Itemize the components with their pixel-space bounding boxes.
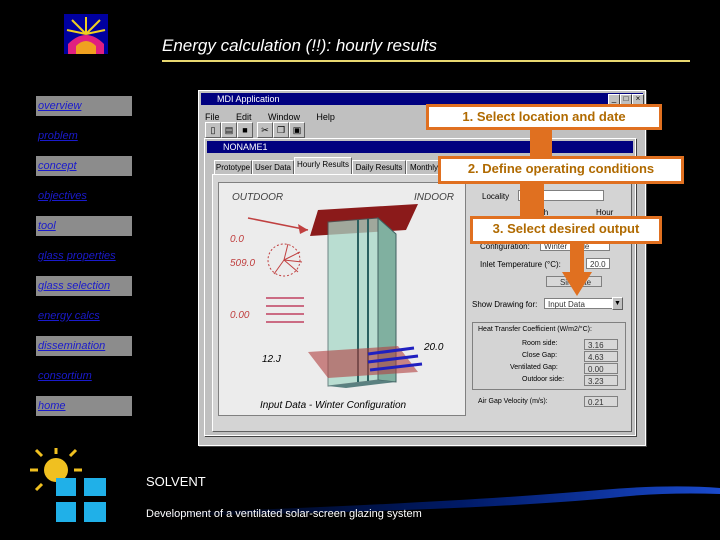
menu-edit[interactable]: Edit — [236, 112, 252, 122]
htc-vent-label: Ventilated Gap: — [510, 364, 558, 371]
callout-connector-1 — [530, 130, 552, 158]
nav-energy-calcs[interactable]: energy calcs — [36, 306, 132, 326]
htc-close-label: Close Gap: — [522, 352, 558, 359]
htc-close-value: 4.63 — [584, 351, 618, 362]
nav-concept[interactable]: concept — [36, 156, 132, 176]
nav-overview[interactable]: overview — [36, 96, 132, 116]
page-title: Energy calculation (!!): hourly results — [162, 36, 437, 55]
nav-dissemination[interactable]: dissemination — [36, 336, 132, 356]
nav-glass-selection[interactable]: glass selection — [36, 276, 132, 296]
tab-prototype[interactable]: Prototype — [214, 160, 252, 175]
htc-room-label: Room side: — [522, 340, 558, 347]
value-radiation: 509.0 — [230, 258, 256, 269]
nav-consortium[interactable]: consortium — [36, 366, 132, 386]
tile-2 — [84, 478, 106, 496]
nav-tool[interactable]: tool — [36, 216, 132, 236]
drawing-caption: Input Data - Winter Configuration — [260, 400, 407, 411]
open-icon[interactable]: ▤ — [221, 122, 237, 138]
callout-output: 3. Select desired output — [470, 216, 662, 244]
menu-window[interactable]: Window — [268, 112, 300, 122]
tab-monthly[interactable]: Monthly — [406, 160, 442, 175]
sun-icon — [30, 448, 82, 492]
air-velocity-value: 0.21 — [584, 396, 618, 407]
value-convection: 0.00 — [230, 310, 250, 321]
tile-1 — [56, 478, 76, 496]
new-icon[interactable]: ▯ — [205, 122, 221, 138]
value-indoor-temp: 20.0 — [424, 342, 444, 353]
callout-conditions: 2. Define operating conditions — [438, 156, 684, 184]
air-velocity-label: Air Gap Velocity (m/s): — [478, 398, 548, 405]
nav-home[interactable]: home — [36, 396, 132, 416]
dropdown-arrow-icon[interactable]: ▼ — [612, 297, 623, 310]
menu-help[interactable]: Help — [316, 112, 335, 122]
glazing-diagram — [247, 204, 423, 388]
tile-3 — [56, 502, 76, 522]
menu-file[interactable]: File — [205, 112, 220, 122]
document-title: NONAME1 — [223, 142, 268, 152]
title-divider — [162, 60, 690, 62]
copy-icon[interactable]: ❐ — [273, 122, 289, 138]
htc-room-value: 3.16 — [584, 339, 618, 350]
value-solar: 0.0 — [230, 234, 244, 245]
paste-icon[interactable]: ▣ — [289, 122, 305, 138]
footer-tagline: Development of a ventilated solar-screen… — [146, 508, 422, 520]
tile-4 — [84, 502, 106, 522]
tab-user-data[interactable]: User Data — [252, 160, 294, 175]
mdi-title: MDI Application — [217, 94, 280, 104]
document-titlebar: NONAME1 — [207, 141, 633, 153]
solvent-logo — [64, 14, 108, 54]
locality-label: Locality — [482, 192, 510, 201]
cut-icon[interactable]: ✂ — [257, 122, 273, 138]
callout-location: 1. Select location and date — [426, 104, 662, 130]
nav-glass-properties[interactable]: glass properties — [36, 246, 132, 266]
htc-outdoor-label: Outdoor side: — [522, 376, 565, 383]
tab-hourly-results[interactable]: Hourly Results — [294, 157, 352, 175]
nav-objectives[interactable]: objectives — [36, 186, 132, 206]
htc-vent-value: 0.00 — [584, 363, 618, 374]
show-drawing-select[interactable]: Input Data — [544, 298, 620, 309]
show-drawing-label: Show Drawing for: — [472, 300, 538, 309]
save-icon[interactable]: ■ — [237, 122, 253, 138]
callout-connector-2 — [520, 184, 544, 218]
htc-outdoor-value: 3.23 — [584, 375, 618, 386]
indoor-label: INDOOR — [414, 192, 454, 203]
tab-daily-results[interactable]: Daily Results — [352, 160, 406, 175]
inlet-temp-label: Inlet Temperature (°C): — [480, 260, 561, 269]
outdoor-label: OUTDOOR — [232, 192, 284, 203]
down-arrow-icon — [562, 244, 592, 296]
value-outdoor-temp: 12.J — [262, 354, 281, 365]
nav-problem[interactable]: problem — [36, 126, 132, 146]
htc-title: Heat Transfer Coefficient (W/m2/°C): — [478, 326, 592, 333]
